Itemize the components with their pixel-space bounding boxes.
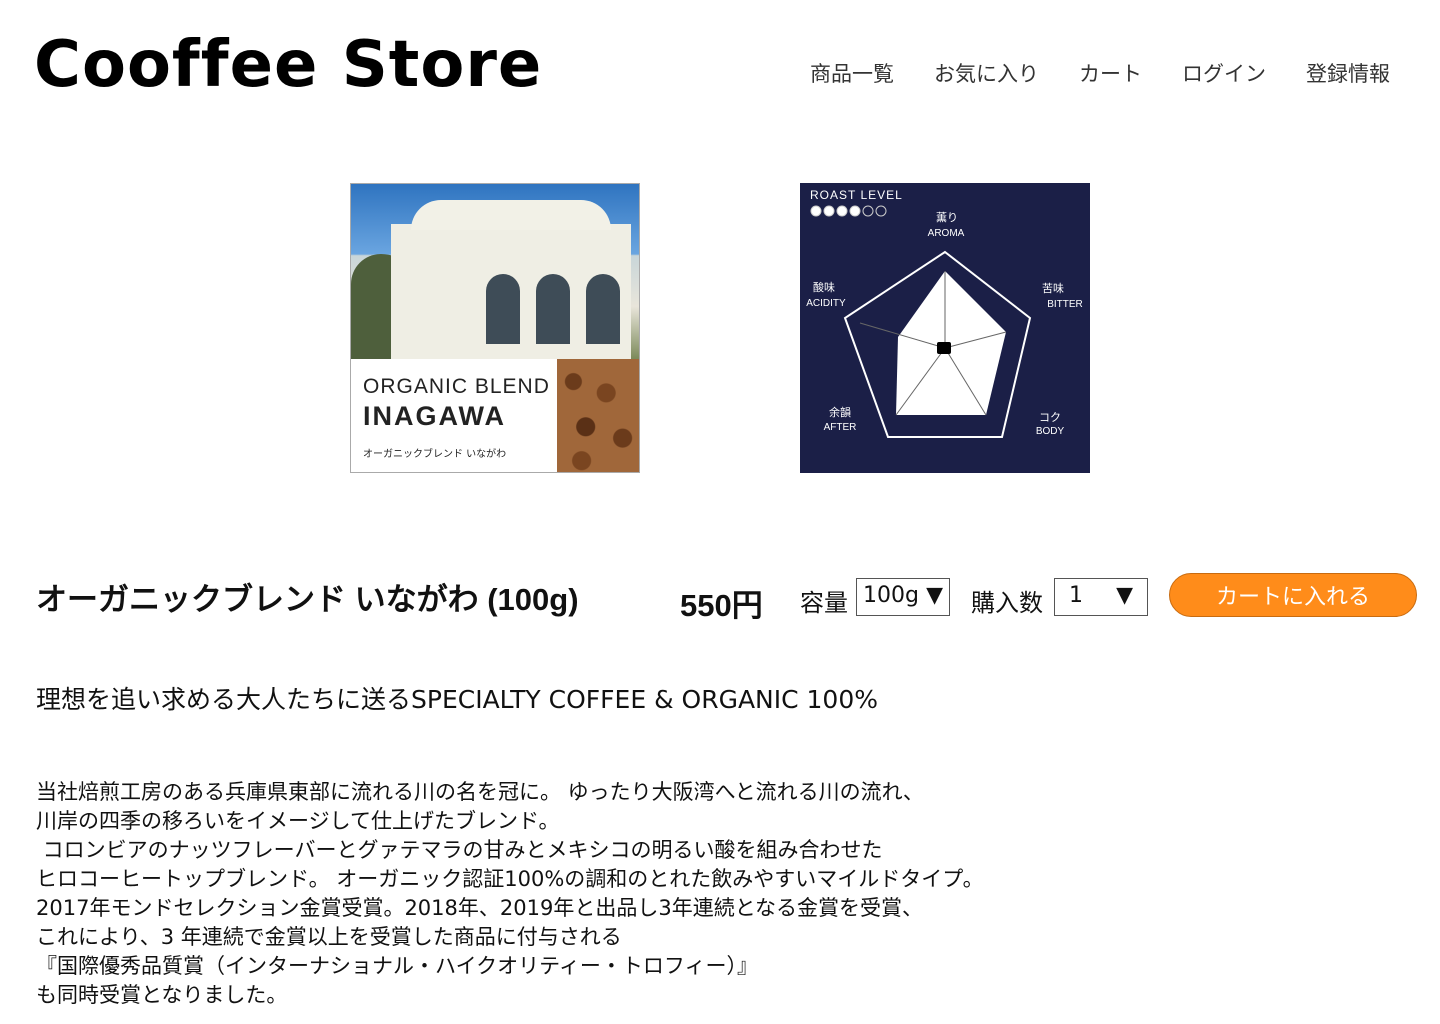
roast-dot-filled (810, 205, 822, 217)
roast-dot-filled (849, 205, 861, 217)
add-to-cart-button[interactable]: カートに入れる (1169, 573, 1417, 617)
product-tagline: 理想を追い求める大人たちに送るSPECIALTY COFFEE & ORGANI… (36, 685, 878, 714)
quantity-label: 購入数 (971, 589, 1043, 617)
cup-icon (937, 342, 951, 354)
roast-radar-svg: ROAST LEVEL 薫り AROMA 苦味 BITTER コク BODY 余… (806, 188, 1083, 438)
axis-body-en: BODY (1036, 426, 1065, 437)
nav-login[interactable]: ログイン (1182, 58, 1266, 88)
description-line: 当社焙煎工房のある兵庫県東部に流れる川の名を冠に。 ゆったり大阪湾へと流れる川の… (36, 780, 924, 804)
axis-aroma-en: AROMA (928, 228, 965, 239)
product-title: オーガニックブレンド いながわ (100g) (36, 582, 579, 617)
capacity-select[interactable]: 100g ▼ (856, 578, 950, 616)
package-label-en: ORGANIC BLEND (363, 375, 550, 398)
capacity-dropdown-icon: ▼ (926, 583, 943, 608)
description-line: ヒロコーヒートップブレンド。 オーガニック認証100%の調和のとれた飲みやすいマ… (36, 867, 984, 891)
nav-cart[interactable]: カート (1079, 58, 1142, 88)
axis-bitter-jp: 苦味 (1042, 282, 1064, 295)
roast-dot-filled (836, 205, 848, 217)
package-label-jp: オーガニックブレンド いながわ (363, 449, 507, 460)
axis-after-jp: 余韻 (829, 405, 851, 419)
axis-bitter-en: BITTER (1047, 299, 1083, 310)
quantity-select[interactable]: 1 ▼ (1054, 578, 1148, 616)
roast-profile-chart: ROAST LEVEL 薫り AROMA 苦味 BITTER コク BODY 余… (800, 183, 1090, 473)
roast-dot-empty (862, 205, 874, 217)
nav-favorites[interactable]: お気に入り (934, 58, 1039, 88)
axis-acidity-jp: 酸味 (813, 280, 835, 294)
axis-aroma-jp: 薫り (936, 211, 958, 224)
main-nav: 商品一覧 お気に入り カート ログイン 登録情報 (810, 58, 1390, 88)
axis-body-jp: コク (1039, 411, 1061, 424)
store-logo[interactable]: Cooffee Store (34, 28, 542, 102)
nav-product-list[interactable]: 商品一覧 (810, 58, 894, 88)
description-line: これにより、3 年連続で金賞以上を受賞した商品に付与される (36, 925, 622, 949)
coffee-beans-image (557, 359, 639, 472)
capacity-label: 容量 (800, 589, 848, 617)
package-label-name: INAGAWA (363, 401, 507, 431)
quantity-dropdown-icon: ▼ (1116, 583, 1133, 608)
roast-dot-empty (875, 205, 887, 217)
description-line: 2017年モンドセレクション金賞受賞。2018年、2019年と出品し3年連続とな… (36, 896, 924, 920)
building-photo (351, 184, 639, 359)
product-price: 550円 (680, 588, 763, 623)
description-line: コロンビアのナッツフレーバーとグァテマラの甘みとメキシコの明るい酸を組み合わせた (36, 838, 883, 862)
nav-account-info[interactable]: 登録情報 (1306, 58, 1390, 88)
capacity-value: 100g (863, 583, 919, 608)
description-line: 『国際優秀品質賞（インターナショナル・ハイクオリティー・トロフィー）』 (36, 954, 758, 978)
roast-level-label: ROAST LEVEL (810, 188, 903, 202)
axis-acidity-en: ACIDITY (806, 298, 846, 309)
roast-dot-filled (823, 205, 835, 217)
quantity-value: 1 (1069, 583, 1083, 608)
product-description: 当社焙煎工房のある兵庫県東部に流れる川の名を冠に。 ゆったり大阪湾へと流れる川の… (36, 778, 984, 1010)
description-line: 川岸の四季の移ろいをイメージして仕上げたブレンド。 (36, 809, 560, 833)
axis-after-en: AFTER (824, 422, 857, 433)
product-photo: ORGANIC BLEND INAGAWA オーガニックブレンド いながわ (350, 183, 640, 473)
description-line: も同時受賞となりました。 (36, 983, 288, 1007)
roast-level-dots (810, 205, 887, 217)
radar-profile (896, 271, 1006, 415)
